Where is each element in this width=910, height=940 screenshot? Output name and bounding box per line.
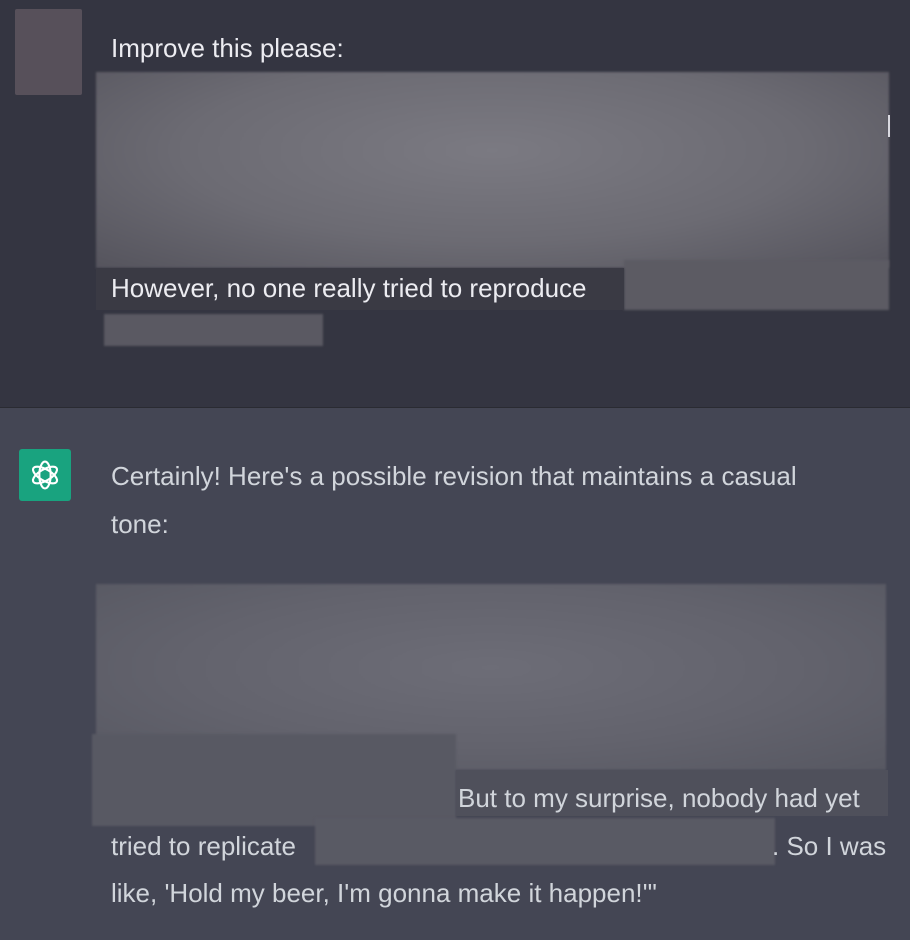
user-message: Improve this please: However, no one rea… bbox=[0, 0, 910, 407]
assistant-message-line-4-start: tried to replicate bbox=[111, 831, 296, 861]
user-message-line-1: Improve this please: bbox=[111, 33, 344, 63]
assistant-avatar bbox=[19, 449, 71, 501]
assistant-message-line-2: tone: bbox=[111, 509, 169, 539]
assistant-message-line-3: But to my surprise, nobody had yet bbox=[458, 783, 860, 813]
assistant-message-line-5: like, 'Hold my beer, I'm gonna make it h… bbox=[111, 878, 657, 908]
redacted-text-block bbox=[96, 72, 889, 268]
openai-logo-icon bbox=[31, 460, 59, 490]
redacted-text-block bbox=[104, 314, 323, 346]
user-avatar bbox=[15, 9, 82, 95]
user-message-line-2: However, no one really tried to reproduc… bbox=[111, 273, 587, 303]
assistant-message: Certainly! Here's a possible revision th… bbox=[0, 408, 910, 940]
assistant-message-line-1: Certainly! Here's a possible revision th… bbox=[111, 461, 797, 491]
assistant-message-line-4-end: . So I was bbox=[772, 831, 887, 861]
redacted-text-block bbox=[92, 734, 456, 826]
text-cursor bbox=[888, 115, 890, 137]
redacted-text-block bbox=[624, 260, 889, 310]
redacted-text-block bbox=[315, 818, 775, 865]
